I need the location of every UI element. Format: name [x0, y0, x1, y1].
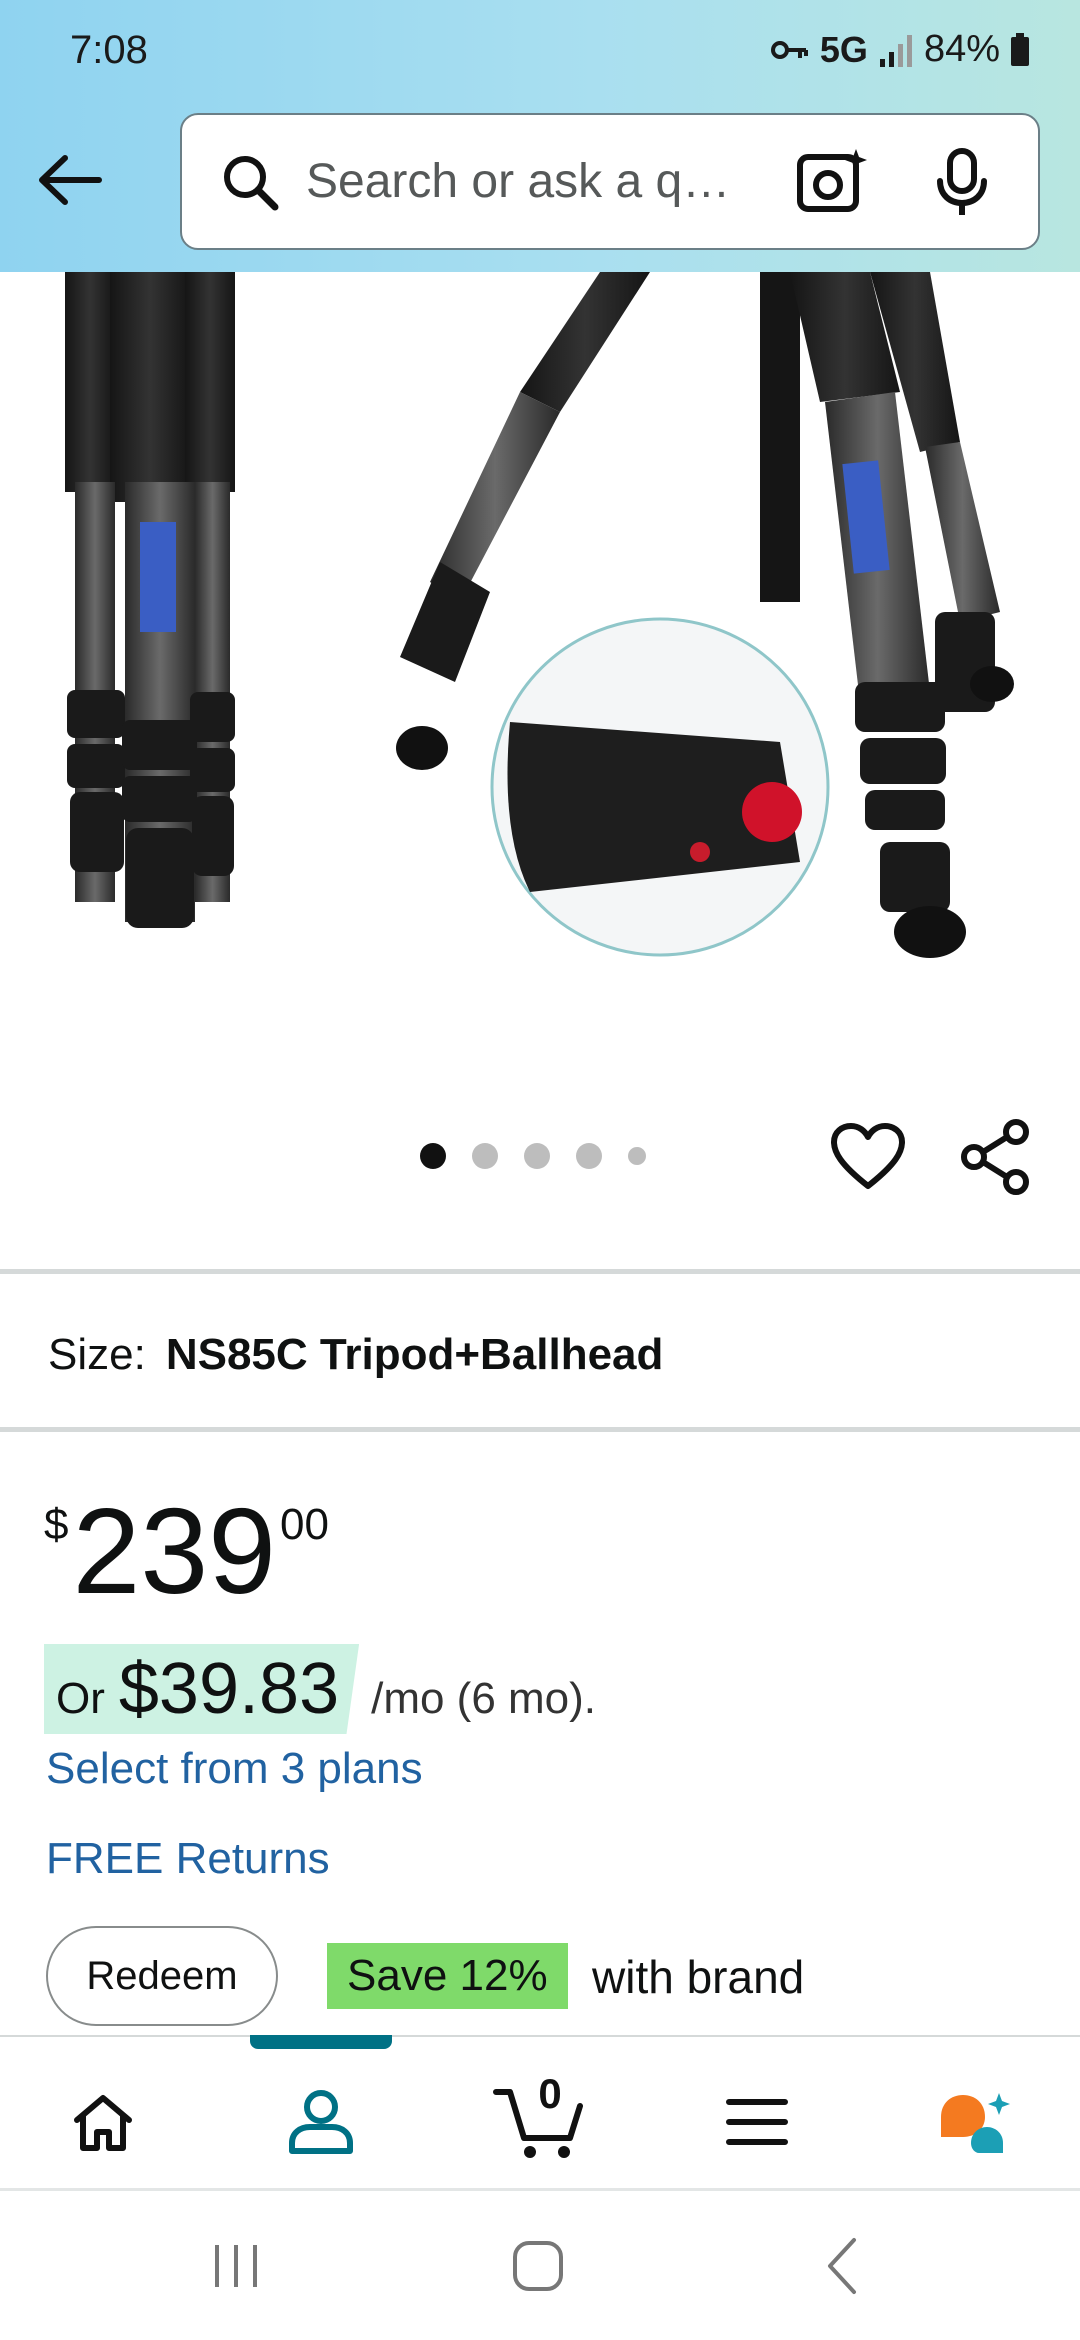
status-bar: 7:08 5G 84% — [0, 0, 1080, 100]
pagination-dot[interactable] — [576, 1143, 602, 1169]
battery-icon — [1011, 32, 1029, 66]
status-indicators: 5G 84% — [770, 28, 1030, 71]
price-currency: $ — [44, 1500, 69, 1549]
financing-prefix: Or — [56, 1674, 105, 1723]
size-selector[interactable]: Size: NS85C Tripod+Ballhead — [48, 1330, 663, 1380]
size-value: NS85C Tripod+Ballhead — [165, 1330, 664, 1379]
save-badge: Save 12% — [327, 1943, 568, 2009]
product-photo — [65, 272, 1014, 958]
battery-percent: 84% — [923, 28, 1000, 70]
camera-lens-icon[interactable] — [792, 143, 872, 223]
network-type: 5G — [819, 28, 868, 70]
home-button-icon[interactable] — [498, 2231, 578, 2301]
financing-offer: Or $39.83 /mo (6 mo). — [44, 1644, 596, 1734]
size-label: Size: — [48, 1330, 146, 1379]
free-returns-link[interactable]: FREE Returns — [46, 1834, 330, 1884]
search-icon — [220, 152, 280, 212]
app-header: 7:08 5G 84% Search or ask a q… — [0, 0, 1080, 272]
section-divider — [0, 1427, 1080, 1432]
price-whole: 239 — [72, 1483, 277, 1619]
select-plans-link[interactable]: Select from 3 plans — [46, 1744, 423, 1794]
bottom-navigation: 0 — [0, 2035, 1080, 2190]
pagination-dot[interactable] — [472, 1143, 498, 1169]
product-image-carousel[interactable] — [0, 272, 1080, 1052]
status-time: 7:08 — [70, 28, 148, 72]
image-pagination[interactable] — [420, 1143, 646, 1169]
cart-count: 0 — [538, 2070, 562, 2117]
financing-highlight: Or $39.83 — [44, 1644, 360, 1734]
save-text: with brand — [592, 1951, 805, 2003]
section-divider — [0, 1269, 1080, 1274]
nav-rufus-ai-icon[interactable] — [930, 2077, 1020, 2167]
financing-suffix: /mo (6 mo). — [371, 1674, 597, 1723]
back-button[interactable] — [30, 140, 110, 220]
microphone-icon[interactable] — [922, 143, 1002, 223]
pagination-dot[interactable] — [628, 1147, 646, 1165]
vpn-key-icon — [770, 40, 808, 59]
nav-home-icon[interactable] — [58, 2077, 148, 2167]
redeem-button[interactable]: Redeem — [46, 1926, 278, 2026]
search-input[interactable]: Search or ask a q… — [306, 154, 756, 209]
wishlist-heart-icon[interactable] — [830, 1122, 906, 1192]
pagination-dot[interactable] — [420, 1143, 446, 1169]
price-fraction: 00 — [280, 1500, 329, 1549]
nav-account-icon[interactable] — [276, 2077, 366, 2167]
active-tab-indicator — [250, 2035, 392, 2049]
signal-icon — [879, 34, 912, 67]
system-back-icon[interactable] — [802, 2231, 882, 2301]
pagination-dot[interactable] — [524, 1143, 550, 1169]
recent-apps-icon[interactable] — [196, 2231, 276, 2301]
nav-menu-icon[interactable] — [712, 2077, 802, 2167]
search-bar[interactable]: Search or ask a q… — [180, 113, 1040, 250]
share-icon[interactable] — [960, 1118, 1032, 1196]
arrow-left-icon — [39, 155, 102, 205]
price: $ 239 00 — [44, 1490, 329, 1612]
financing-monthly-amount: $39.83 — [118, 1649, 340, 1729]
system-navigation-bar — [0, 2191, 1080, 2340]
